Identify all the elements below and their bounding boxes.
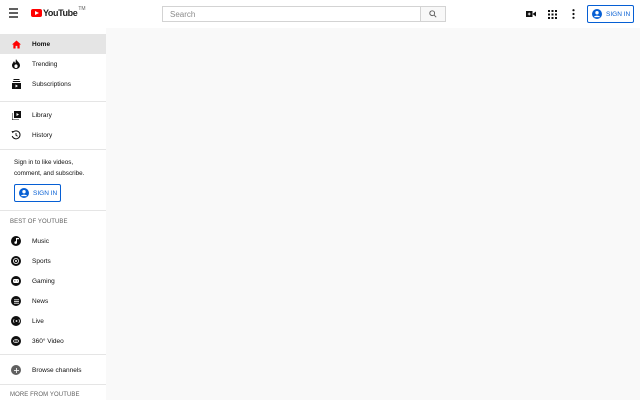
sports-icon	[11, 256, 21, 266]
sidebar-divider	[0, 149, 106, 150]
sidebar-item-label: Subscriptions	[32, 80, 72, 88]
history-icon	[11, 130, 21, 140]
account-circle-icon	[19, 188, 29, 198]
search-icon	[429, 10, 437, 18]
sidebar-divider	[0, 354, 106, 355]
youtube-logo[interactable]: YouTube TM	[31, 6, 86, 18]
youtube-play-icon	[31, 9, 42, 17]
sidebar-item-label: 360° Video	[32, 337, 64, 345]
sidebar-item-label: Browse channels	[32, 366, 82, 374]
news-icon	[11, 296, 21, 306]
sidebar-item-360-video[interactable]: 360° Video	[0, 331, 106, 351]
menu-icon[interactable]	[9, 8, 21, 20]
more-from-youtube-heading: MORE FROM YOUTUBE	[10, 392, 80, 398]
sidebar-item-label: Music	[32, 237, 49, 245]
sidebar-item-trending[interactable]: Trending	[0, 54, 106, 74]
sign-in-button[interactable]: SIGN IN	[587, 5, 634, 23]
sidebar-item-news[interactable]: News	[0, 291, 106, 311]
library-icon	[11, 110, 21, 120]
more-vert-icon[interactable]	[567, 8, 579, 20]
sidebar-item-sports[interactable]: Sports	[0, 251, 106, 271]
search-input[interactable]	[162, 6, 420, 22]
top-bar: YouTube TM SIGN IN	[0, 0, 640, 28]
sidebar-item-library[interactable]: Library	[0, 105, 106, 125]
subscriptions-icon	[11, 79, 21, 89]
sidebar-divider	[0, 384, 106, 385]
sidebar-item-subscriptions[interactable]: Subscriptions	[0, 74, 106, 94]
360-video-icon	[11, 336, 21, 346]
sign-in-prompt: Sign in to like videos, comment, and sub…	[14, 159, 85, 177]
sidebar-sign-in-button[interactable]: SIGN IN	[14, 184, 61, 202]
logo-text: YouTube	[43, 8, 78, 18]
sidebar-divider	[0, 101, 106, 102]
sign-in-label: SIGN IN	[33, 189, 58, 197]
sidebar-item-label: Gaming	[32, 277, 55, 285]
sidebar-item-label: History	[32, 131, 53, 139]
live-icon	[11, 316, 21, 326]
search-button[interactable]	[420, 6, 446, 22]
sign-in-label: SIGN IN	[606, 10, 631, 18]
logo-trademark: TM	[78, 6, 86, 12]
sidebar-item-label: Home	[32, 40, 51, 48]
sidebar-item-label: Sports	[32, 257, 51, 265]
sidebar-item-label: Trending	[32, 60, 58, 68]
sidebar-item-home[interactable]: Home	[0, 34, 106, 54]
account-circle-icon	[592, 9, 602, 19]
sidebar-divider	[0, 210, 106, 211]
apps-grid-icon[interactable]	[546, 8, 558, 20]
sidebar-item-label: Library	[32, 111, 52, 119]
sidebar-item-music[interactable]: Music	[0, 231, 106, 251]
sidebar-item-gaming[interactable]: Gaming	[0, 271, 106, 291]
flame-icon	[11, 59, 21, 69]
main-content-area	[106, 28, 640, 400]
sidebar-item-history[interactable]: History	[0, 125, 106, 145]
home-icon	[11, 39, 21, 49]
add-circle-icon	[11, 365, 21, 375]
sidebar-item-live[interactable]: Live	[0, 311, 106, 331]
sidebar-item-label: Live	[32, 317, 44, 325]
sidebar-item-browse-channels[interactable]: Browse channels	[0, 360, 106, 380]
best-of-youtube-heading: BEST OF YOUTUBE	[10, 219, 68, 225]
sidebar-item-label: News	[32, 297, 49, 305]
gaming-icon	[11, 276, 21, 286]
video-camera-icon[interactable]	[525, 8, 537, 20]
music-icon	[11, 236, 21, 246]
